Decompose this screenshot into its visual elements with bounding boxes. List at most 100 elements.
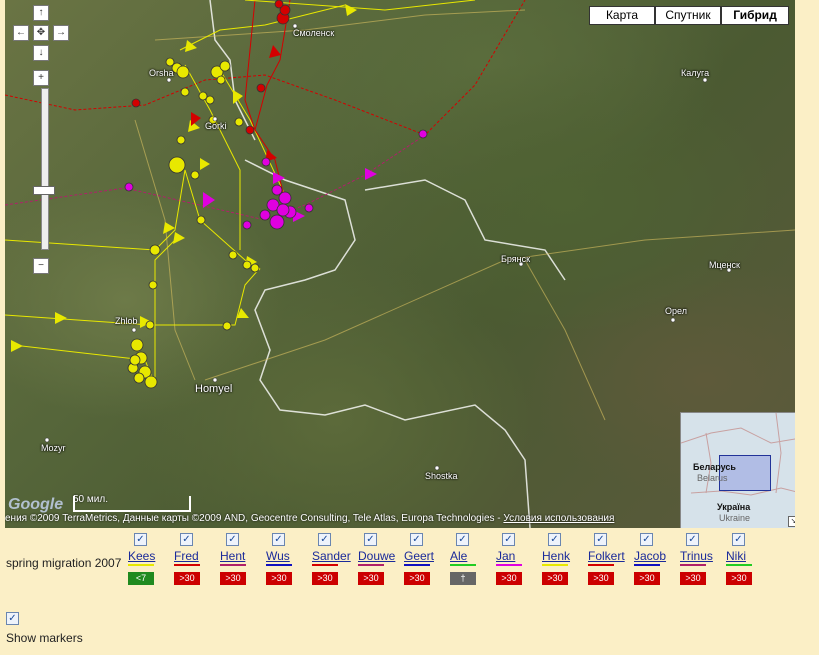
bird-status-badge: †: [450, 572, 476, 585]
map-type-map-button[interactable]: Карта: [589, 6, 655, 25]
copyright-notice: ения ©2009 TerraMetrics, Данные карты ©2…: [5, 513, 795, 527]
pan-down-icon[interactable]: ↓: [33, 45, 49, 61]
legend-panel: spring migration 2007 ✓ Kees <7 ✓ Fred >30 ✓ He…: [0, 528, 819, 655]
bird-entry: ✓ Sander >30: [312, 533, 352, 585]
city-label-shostka: Shostka: [425, 471, 458, 481]
city-label-homyel: Homyel: [195, 383, 233, 395]
bird-track-color: [174, 564, 200, 566]
show-markers-toggle[interactable]: ✓ Show markers: [6, 612, 83, 645]
zoom-out-button[interactable]: −: [33, 258, 49, 274]
zoom-slider-thumb[interactable]: [33, 186, 55, 195]
bird-name-link[interactable]: Jan: [496, 549, 536, 563]
bird-track-color: [220, 564, 246, 566]
overview-minimap[interactable]: Беларусь Belarus Україна Ukraine ↘: [680, 412, 795, 528]
bird-entry: ✓ Folkert >30: [588, 533, 628, 585]
bird-name-link[interactable]: Sander: [312, 549, 352, 563]
bird-track-color: [266, 564, 292, 566]
bird-entry: ✓ Fred >30: [174, 533, 214, 585]
bird-name-link[interactable]: Wus: [266, 549, 306, 563]
bird-track-color: [404, 564, 430, 566]
bird-entry: ✓ Wus >30: [266, 533, 306, 585]
minimap-label-ukraine: Україна: [717, 502, 751, 512]
bird-track-color: [312, 564, 338, 566]
bird-checkbox[interactable]: ✓: [180, 533, 193, 546]
bird-checkbox[interactable]: ✓: [732, 533, 745, 546]
scale-bar: [73, 496, 191, 512]
bird-track-color: [542, 564, 568, 566]
bird-status-badge: >30: [542, 572, 568, 585]
bird-status-badge: >30: [358, 572, 384, 585]
bird-track-color: [680, 564, 706, 566]
bird-entry: ✓ Niki >30: [726, 533, 766, 585]
bird-status-badge: <7: [128, 572, 154, 585]
location-markers: [124, 0, 428, 389]
bird-track-color: [496, 564, 522, 566]
bird-name-link[interactable]: Fred: [174, 549, 214, 563]
pan-right-icon[interactable]: →: [53, 25, 69, 41]
copyright-text: ения ©2009 TerraMetrics, Данные карты ©2…: [5, 513, 504, 524]
bird-checkbox[interactable]: ✓: [548, 533, 561, 546]
legend-caption: spring migration 2007: [6, 556, 122, 570]
bird-entry: ✓ Jacob >30: [634, 533, 674, 585]
bird-name-link[interactable]: Kees: [128, 549, 168, 563]
bird-name-link[interactable]: Niki: [726, 549, 766, 563]
bird-track-color: [450, 564, 476, 566]
terms-of-use-link[interactable]: Условия использования: [503, 513, 614, 524]
map-view[interactable]: Карта Спутник Гибрид ↑ ← ✥ → ↓ + − Смоле…: [5, 0, 795, 528]
bird-name-link[interactable]: Geert: [404, 549, 444, 563]
bird-entry: ✓ Douwe >30: [358, 533, 398, 585]
bird-checkbox[interactable]: ✓: [364, 533, 377, 546]
bird-name-link[interactable]: Hent: [220, 549, 260, 563]
bird-checkbox[interactable]: ✓: [318, 533, 331, 546]
google-logo[interactable]: Google: [8, 496, 63, 514]
bird-status-badge: >30: [588, 572, 614, 585]
bird-checkbox[interactable]: ✓: [594, 533, 607, 546]
city-dots: [44, 23, 732, 471]
minimap-label-belarus-en: Belarus: [697, 473, 728, 483]
bird-track-color: [588, 564, 614, 566]
bird-entry: ✓ Trinus >30: [680, 533, 720, 585]
zoom-in-button[interactable]: +: [33, 70, 49, 86]
bird-checkbox[interactable]: ✓: [410, 533, 423, 546]
bird-name-link[interactable]: Henk: [542, 549, 582, 563]
bird-entry: ✓ Jan >30: [496, 533, 536, 585]
bird-status-badge: >30: [312, 572, 338, 585]
migration-tracks: [5, 0, 526, 386]
zoom-slider-track[interactable]: [41, 88, 49, 250]
bird-status-badge: >30: [266, 572, 292, 585]
bird-checkbox[interactable]: ✓: [456, 533, 469, 546]
city-label-gorki: Gorki: [205, 121, 227, 131]
bird-name-link[interactable]: Ale: [450, 549, 490, 563]
city-label-mtsensk: Мценск: [709, 260, 740, 270]
bird-checkbox[interactable]: ✓: [226, 533, 239, 546]
bird-name-link[interactable]: Folkert: [588, 549, 628, 563]
bird-status-badge: >30: [174, 572, 200, 585]
pan-up-icon[interactable]: ↑: [33, 5, 49, 21]
bird-status-badge: >30: [496, 572, 522, 585]
city-label-kaluga: Калуга: [681, 68, 710, 78]
pan-left-icon[interactable]: ←: [13, 25, 29, 41]
bird-name-link[interactable]: Douwe: [358, 549, 398, 563]
bird-checkbox[interactable]: ✓: [640, 533, 653, 546]
map-type-hybrid-button[interactable]: Гибрид: [721, 6, 789, 25]
city-label-zhlobin: Zhlob: [115, 316, 138, 326]
bird-track-color: [726, 564, 752, 566]
map-type-satellite-button[interactable]: Спутник: [655, 6, 721, 25]
bird-checkbox[interactable]: ✓: [272, 533, 285, 546]
bird-checkbox[interactable]: ✓: [502, 533, 515, 546]
bird-entry: ✓ Henk >30: [542, 533, 582, 585]
minimap-label-belarus: Беларусь: [693, 462, 736, 472]
bird-track-color: [358, 564, 384, 566]
city-label-orel: Орел: [665, 306, 687, 316]
bird-status-badge: >30: [220, 572, 246, 585]
bird-name-link[interactable]: Trinus: [680, 549, 720, 563]
minimap-resize-icon[interactable]: ↘: [788, 516, 795, 527]
bird-checkbox[interactable]: ✓: [686, 533, 699, 546]
bird-name-link[interactable]: Jacob: [634, 549, 674, 563]
show-markers-checkbox[interactable]: ✓: [6, 612, 19, 625]
bird-entry: ✓ Ale †: [450, 533, 490, 585]
bird-checkbox[interactable]: ✓: [134, 533, 147, 546]
pan-center-icon[interactable]: ✥: [33, 25, 49, 41]
bird-track-color: [634, 564, 660, 566]
bird-status-badge: >30: [634, 572, 660, 585]
